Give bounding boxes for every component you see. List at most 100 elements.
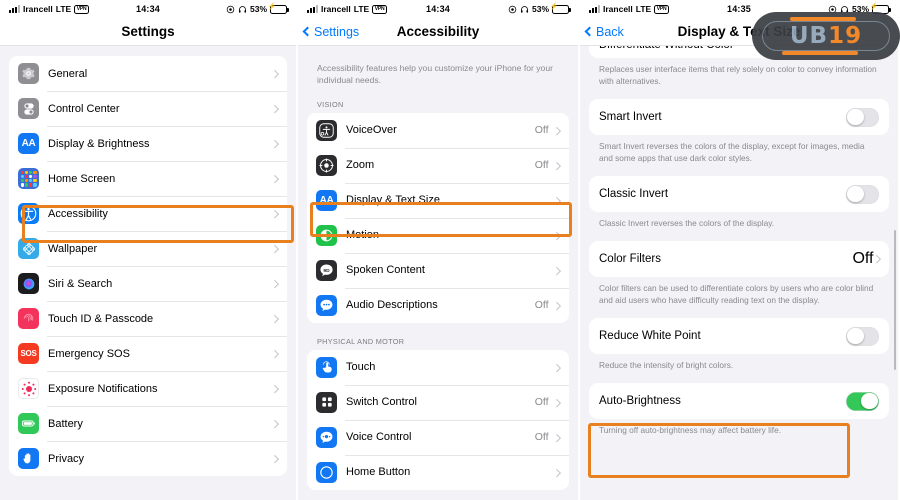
chevron-left-icon: [302, 26, 313, 37]
sidebar-item-label: Battery: [48, 417, 83, 430]
row-label: Reduce White Point: [599, 330, 701, 343]
chevron-right-icon: [270, 454, 279, 463]
sidebar-item-label: Display & Brightness: [48, 137, 150, 150]
sidebar-item-control-center[interactable]: Control Center: [9, 91, 287, 126]
phone-panel-display-text-size: Irancell LTE VPN 14:35 53% ⚡ Back Displa…: [580, 0, 898, 500]
sidebar-item-home-screen[interactable]: Home Screen: [9, 161, 287, 196]
back-button[interactable]: Back: [580, 25, 624, 39]
footnote-auto-brightness: Turning off auto-brightness may affect b…: [599, 425, 782, 436]
sidebar-item-battery[interactable]: Battery: [9, 406, 287, 441]
battery-percent: 53%: [531, 4, 549, 14]
list-item-label: Home Button: [346, 466, 411, 479]
network-type: LTE: [635, 4, 652, 14]
row-label: Color Filters: [599, 253, 661, 266]
list-item-motion[interactable]: Motion: [307, 217, 569, 253]
row-classic-invert[interactable]: Classic Invert: [589, 176, 889, 213]
nav-bar-settings: Settings: [0, 18, 296, 46]
footnote-classic-invert: Classic Invert reverses the colors of th…: [599, 218, 775, 229]
back-button[interactable]: Settings: [298, 25, 359, 39]
sidebar-item-general[interactable]: General: [9, 56, 287, 91]
list-item-touch[interactable]: Touch: [307, 349, 569, 385]
scroll-indicator[interactable]: [894, 230, 896, 370]
toggle-smart-invert[interactable]: [846, 107, 879, 127]
footnote-color-filters: Color filters can be used to differentia…: [599, 283, 874, 306]
sidebar-item-emergency-sos[interactable]: SOS Emergency SOS: [9, 336, 287, 371]
chevron-right-icon: [552, 301, 561, 310]
back-button-label: Back: [596, 24, 624, 39]
touch-icon: [316, 356, 337, 378]
watermark-bar-bottom: [782, 51, 858, 55]
list-item-zoom[interactable]: Zoom Off: [307, 147, 569, 183]
signal-bars-icon: [589, 5, 600, 13]
row-smart-invert[interactable]: Smart Invert: [589, 99, 889, 136]
sidebar-item-accessibility[interactable]: Accessibility: [9, 196, 287, 231]
sidebar-item-siri-search[interactable]: Siri & Search: [9, 266, 287, 301]
sidebar-item-label: Siri & Search: [48, 277, 113, 290]
row-label: Classic Invert: [599, 188, 669, 201]
watermark-logo: UB19: [752, 12, 900, 60]
watermark-ring: [762, 21, 890, 51]
list-item-value: Off: [534, 159, 549, 172]
toggle-classic-invert[interactable]: [846, 184, 879, 204]
sidebar-item-label: Touch ID & Passcode: [48, 312, 154, 325]
color-filters-card: Color Filters Off: [589, 241, 889, 278]
gear-icon: [18, 63, 39, 84]
list-item-switch-control[interactable]: Switch Control Off: [307, 384, 569, 420]
footnote-smart-invert: Smart Invert reverses the colors of the …: [599, 141, 865, 164]
sidebar-item-label: Privacy: [48, 452, 85, 465]
row-reduce-white-point[interactable]: Reduce White Point: [589, 318, 889, 355]
screenshot-stage: Irancell LTE VPN 14:34 53% ⚡ Settings Ge…: [0, 0, 900, 500]
display-text-size-scroll-content[interactable]: Differentiate Without Color Replaces use…: [580, 44, 898, 500]
row-auto-brightness[interactable]: Auto-Brightness: [589, 383, 889, 420]
chevron-right-icon: [270, 384, 279, 393]
carrier-name: Irancell: [321, 4, 351, 14]
sidebar-item-touch-id-passcode[interactable]: Touch ID & Passcode: [9, 301, 287, 336]
list-item-value: Off: [534, 431, 549, 444]
list-item-home-button[interactable]: Home Button: [307, 454, 569, 490]
chevron-right-icon: [552, 196, 561, 205]
zoom-icon: [316, 154, 337, 176]
carrier-name: Irancell: [23, 4, 53, 14]
list-item-voice-control[interactable]: Voice Control Off: [307, 419, 569, 455]
headphones-icon: [520, 5, 529, 13]
chevron-right-icon: [270, 244, 279, 253]
touch-id-icon: [18, 308, 39, 329]
toggle-auto-brightness[interactable]: [846, 391, 879, 411]
nav-bar-accessibility: Settings Accessibility: [298, 18, 578, 46]
voice-control-icon: [316, 426, 337, 448]
row-color-filters[interactable]: Color Filters Off: [589, 241, 889, 278]
exposure-notifications-icon: [18, 378, 39, 399]
chevron-right-icon: [552, 433, 561, 442]
sidebar-item-exposure-notifications[interactable]: Exposure Notifications: [9, 371, 287, 406]
sidebar-item-wallpaper[interactable]: Wallpaper: [9, 231, 287, 266]
display-text-size-icon: AA: [316, 189, 337, 211]
display-brightness-icon: AA: [18, 133, 39, 154]
signal-bars-icon: [307, 5, 318, 13]
status-bar-left: Irancell LTE VPN: [307, 4, 387, 14]
accessibility-scroll-content[interactable]: Accessibility features help you customiz…: [298, 46, 578, 500]
list-item-display-text-size[interactable]: AA Display & Text Size: [307, 182, 569, 218]
battery-percent: 53%: [249, 4, 267, 14]
list-item-label: Switch Control: [346, 396, 417, 409]
home-button-icon: [316, 461, 337, 483]
list-item-voiceover[interactable]: VoiceOver Off: [307, 112, 569, 148]
list-item-label: Touch: [346, 361, 376, 374]
toggle-reduce-white-point[interactable]: [846, 326, 879, 346]
chevron-left-icon: [584, 26, 595, 37]
sidebar-item-display-brightness[interactable]: AA Display & Brightness: [9, 126, 287, 161]
row-value: Off: [852, 250, 874, 268]
sos-icon: SOS: [18, 343, 39, 364]
sidebar-item-privacy[interactable]: Privacy: [9, 441, 287, 476]
footnote-differentiate-without-color: Replaces user interface items that rely …: [599, 64, 877, 87]
location-icon: [226, 5, 235, 13]
back-button-label: Settings: [314, 24, 360, 39]
group-header-vision: VISION: [317, 99, 344, 109]
page-title: Settings: [121, 24, 175, 39]
voiceover-icon: [316, 119, 337, 141]
list-item-label: Spoken Content: [346, 264, 425, 277]
settings-scroll-content[interactable]: General Control Center AA Display & Brig…: [0, 46, 296, 500]
list-item-spoken-content[interactable]: 9D Spoken Content: [307, 252, 569, 288]
list-item-value: Off: [534, 124, 549, 137]
status-bar-left: Irancell LTE VPN: [589, 4, 669, 14]
list-item-audio-descriptions[interactable]: Audio Descriptions Off: [307, 287, 569, 323]
